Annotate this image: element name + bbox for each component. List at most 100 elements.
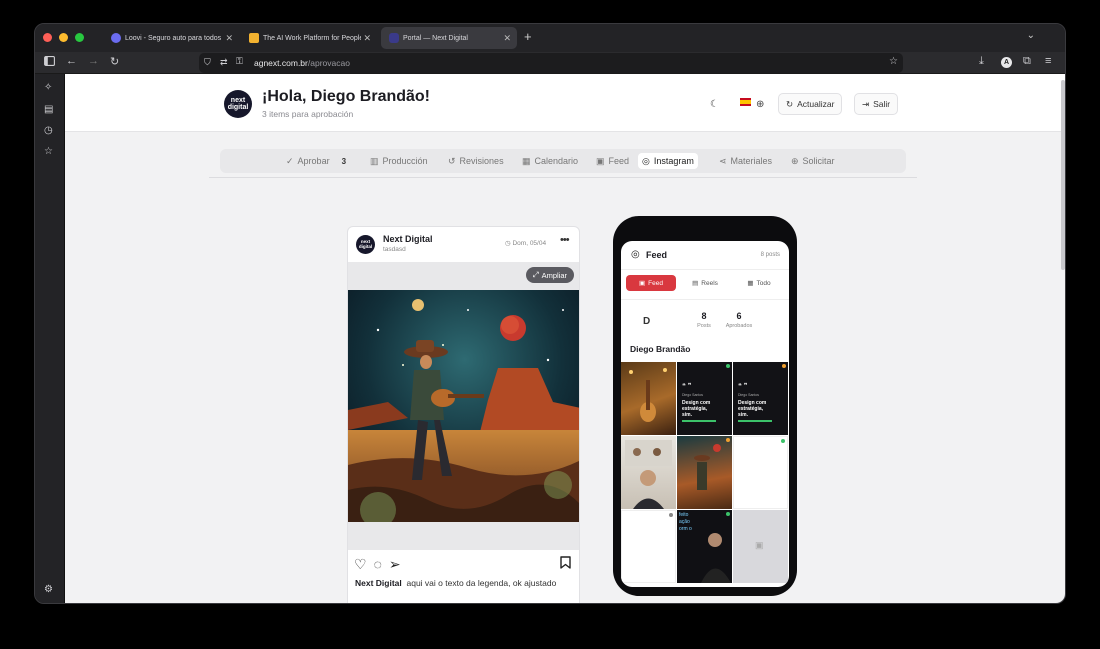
tab-calendario[interactable]: ▦ Calendario xyxy=(518,153,582,169)
divider xyxy=(621,269,789,270)
sidebar-toggle-icon[interactable] xyxy=(44,56,55,69)
shield-icon[interactable]: ⛉ xyxy=(204,57,211,68)
reload-icon[interactable]: ↻ xyxy=(110,55,119,68)
grid-post-people-photo[interactable] xyxy=(621,436,676,509)
grid-post-empty[interactable] xyxy=(733,436,788,509)
bookmark-star-icon[interactable]: ☆ xyxy=(889,56,898,67)
accent-bar xyxy=(682,420,716,422)
status-dot xyxy=(726,364,730,368)
phone-screen: ◎ Feed 8 posts ▣ Feed ▤ Reels ▦ Todo D 8 Pos… xyxy=(621,241,789,587)
image-icon: ▣ xyxy=(596,155,605,166)
post-account-name: Next Digital xyxy=(383,234,433,244)
building-icon: ▥ xyxy=(370,155,379,166)
stat-approved: 6 Aprobados xyxy=(721,311,757,329)
close-tab-icon[interactable]: ✕ xyxy=(225,33,233,44)
portal-favicon-icon xyxy=(389,33,399,43)
post-image[interactable] xyxy=(348,290,579,522)
instagram-icon: ◎ xyxy=(642,155,650,166)
page-scrollbar[interactable] xyxy=(1061,80,1065,270)
back-icon[interactable]: ← xyxy=(66,55,77,67)
language-flag-icon[interactable] xyxy=(740,98,751,109)
tab-revisiones[interactable]: ↺ Revisiones xyxy=(444,153,508,169)
site-settings-icon[interactable]: ⇄ xyxy=(220,57,228,68)
menu-icon[interactable]: ≡ xyxy=(1045,55,1051,67)
refresh-button[interactable]: ↻ Actualizar xyxy=(778,93,843,115)
quote-mark: ❝ ❞ xyxy=(682,383,692,390)
new-tab-button[interactable]: + xyxy=(524,29,532,44)
tab-label: Producción xyxy=(382,156,428,166)
tab-title: Portal — Next Digital xyxy=(403,34,468,42)
dark-mode-moon-icon[interactable]: ☾ xyxy=(710,99,719,110)
address-bar[interactable]: ⛉ ⇄ ⚿ agnext.com.br/aprovacao ☆ xyxy=(199,53,903,73)
extensions-icon[interactable]: ⧉ xyxy=(1023,55,1031,68)
divider xyxy=(209,177,917,178)
instagram-icon: ◎ xyxy=(631,249,640,260)
pending-count-badge: 3 xyxy=(341,156,347,166)
post-date: ◷ Dom, 05/04 xyxy=(505,240,547,247)
grid-post-quote-card[interactable]: ❝ ❞ Diego Santos Design com estratégia, … xyxy=(677,362,732,435)
phone-tab-reels[interactable]: ▤ Reels xyxy=(680,275,730,291)
phone-tab-todo[interactable]: ▦ Todo xyxy=(734,275,784,291)
download-icon[interactable]: ⤓ xyxy=(979,55,984,68)
ai-sparkle-icon[interactable]: ✧ xyxy=(44,82,52,93)
history-icon[interactable]: ◷ xyxy=(44,125,53,136)
forward-icon[interactable]: → xyxy=(88,55,99,67)
image-icon: ▣ xyxy=(639,280,646,287)
key-icon[interactable]: ⚿ xyxy=(236,56,243,67)
save-bookmark-icon[interactable] xyxy=(560,556,571,572)
minimize-window-button[interactable] xyxy=(59,33,68,42)
section-tabs: ✓ Aprobar 3 ▥ Producción ↺ Revisiones ▦ Calen… xyxy=(220,149,906,173)
tab-solicitar[interactable]: ⊕ Solicitar xyxy=(787,153,839,169)
comment-icon[interactable]: ◌ xyxy=(374,556,382,573)
zoom-window-button[interactable] xyxy=(75,33,84,42)
status-dot xyxy=(781,439,785,443)
globe-icon[interactable]: ⊕ xyxy=(756,99,764,110)
more-options-icon[interactable]: ••• xyxy=(560,234,570,246)
like-heart-icon[interactable]: ♡ xyxy=(354,556,367,573)
plus-circle-icon: ⊕ xyxy=(791,155,799,166)
stat-value: 6 xyxy=(736,311,742,321)
divider xyxy=(621,299,789,300)
grid-post-placeholder[interactable]: ▣ xyxy=(733,510,788,583)
close-window-button[interactable] xyxy=(43,33,52,42)
grid-icon: ▦ xyxy=(747,280,754,287)
close-tab-icon[interactable]: ✕ xyxy=(361,32,371,44)
expand-button[interactable]: ⤢ Ampliar xyxy=(525,267,574,283)
expand-label: Ampliar xyxy=(541,270,567,280)
tab-list-chevron-icon[interactable]: ⌄ xyxy=(1027,30,1035,41)
grid-post-cowboy[interactable] xyxy=(677,436,732,509)
share-send-icon[interactable]: ➢ xyxy=(389,556,401,573)
url-text[interactable]: agnext.com.br/aprovacao xyxy=(254,58,350,68)
profile-avatar[interactable]: A xyxy=(1001,57,1012,68)
status-dot xyxy=(782,364,786,368)
browser-tab-loovi[interactable]: Loovi - Seguro auto para todos ✕ xyxy=(103,27,239,49)
phone-tab-feed[interactable]: ▣ Feed xyxy=(626,275,676,291)
tab-feed[interactable]: ▣ Feed xyxy=(592,153,633,169)
expand-icon: ⤢ xyxy=(532,270,539,279)
grid-post-quote-card[interactable]: ❝ ❞ Diego Santos Design com estratégia, … xyxy=(733,362,788,435)
tabs-icon[interactable]: ▤ xyxy=(44,104,53,115)
tab-instagram[interactable]: ◎ Instagram xyxy=(638,153,698,169)
logout-button[interactable]: ⇥ Salir xyxy=(854,93,899,115)
card-author: Diego Santos xyxy=(738,393,760,397)
browser-tab-portal[interactable]: Portal — Next Digital ✕ xyxy=(381,27,517,49)
tab-materiales[interactable]: ⋖ Materiales xyxy=(715,153,776,169)
browser-sidebar: ✧ ▤ ◷ ☆ ⚙ xyxy=(35,74,65,603)
stat-label: Aprobados xyxy=(725,323,753,329)
grid-post-empty[interactable] xyxy=(621,510,676,583)
tab-label: Calendario xyxy=(534,156,579,166)
stat-value: 8 xyxy=(701,311,707,321)
image-placeholder-icon: ▣ xyxy=(755,540,764,550)
settings-gear-icon[interactable]: ⚙ xyxy=(44,584,53,595)
grid-post-dark-card[interactable]: feito ação orm o xyxy=(677,510,732,583)
tab-title: The AI Work Platform for People xyxy=(263,34,364,42)
post-avatar: next digital xyxy=(356,235,375,254)
close-tab-icon[interactable]: ✕ xyxy=(503,33,511,44)
browser-tab-ai-platform[interactable]: The AI Work Platform for People ✕ xyxy=(241,27,377,49)
bookmarks-star-icon[interactable]: ☆ xyxy=(44,146,53,157)
tab-aprobar[interactable]: ✓ Aprobar 3 xyxy=(282,153,350,169)
grid-post-guitar[interactable] xyxy=(621,362,676,435)
tab-produccion[interactable]: ▥ Producción xyxy=(366,153,432,169)
tab-label: Solicitar xyxy=(802,156,835,166)
refresh-label: Actualizar xyxy=(797,99,835,109)
